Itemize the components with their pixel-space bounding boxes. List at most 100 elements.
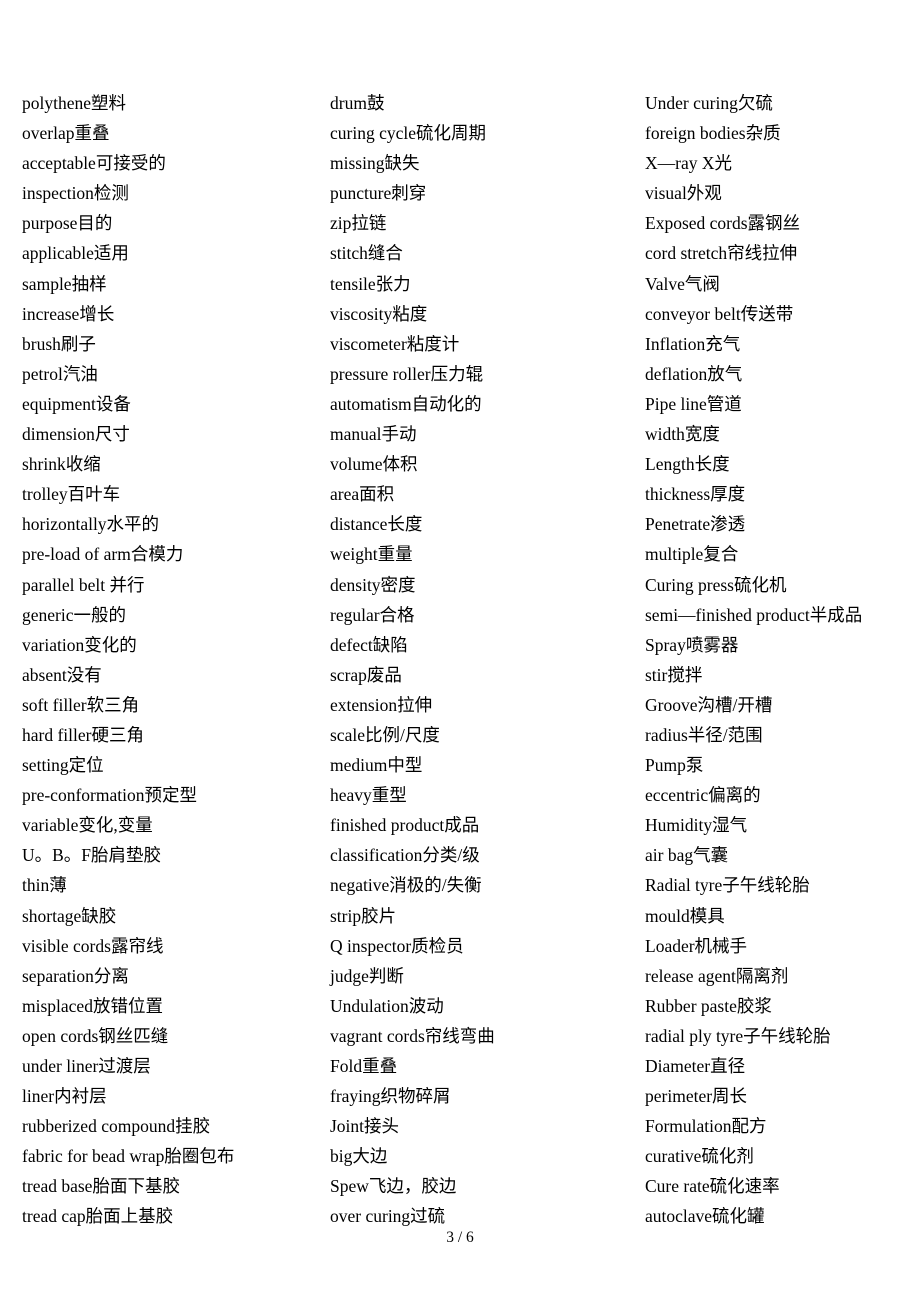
- glossary-entry: visual外观: [645, 183, 722, 204]
- glossary-row: acceptable可接受的 missing缺失 X—ray X光: [0, 148, 920, 178]
- glossary-entry: separation分离: [22, 965, 129, 986]
- glossary-row: polythene塑料 drum鼓 Under curing欠硫: [0, 88, 920, 118]
- glossary-entry: increase增长: [22, 303, 115, 324]
- glossary-row: petrol汽油 pressure roller压力辊 deflation放气: [0, 359, 920, 389]
- glossary-row: pre-load of arm合模力 weight重量 multiple复合: [0, 539, 920, 569]
- glossary-row: inspection检测 puncture刺穿 visual外观: [0, 178, 920, 208]
- glossary-row: setting定位 medium中型 Pump泵: [0, 750, 920, 780]
- glossary-entry: tread base胎面下基胶: [22, 1176, 180, 1197]
- glossary-row: under liner过渡层 Fold重叠 Diameter直径: [0, 1051, 920, 1081]
- glossary-row: separation分离 judge判断 release agent隔离剂: [0, 961, 920, 991]
- glossary-entry: Diameter直径: [645, 1056, 746, 1076]
- glossary-entry: perimeter周长: [645, 1086, 748, 1107]
- glossary-row: sample抽样 tensile张力 Valve气阀: [0, 269, 920, 299]
- glossary-entry: missing缺失: [330, 153, 420, 174]
- glossary-entry: Valve气阀: [645, 273, 720, 294]
- glossary-row: hard filler硬三角 scale比例/尺度 radius半径/范围: [0, 720, 920, 750]
- glossary-entry: Rubber paste胶浆: [645, 995, 772, 1016]
- glossary-entry: Radial tyre子午线轮胎: [645, 875, 810, 896]
- glossary-entry: applicable适用: [22, 243, 129, 264]
- glossary-row: trolley百叶车 area面积 thickness厚度: [0, 479, 920, 509]
- glossary-entry: open cords钢丝匹缝: [22, 1025, 169, 1046]
- glossary-entry: Fold重叠: [330, 1056, 398, 1076]
- document-page: polythene塑料 drum鼓 Under curing欠硫 overlap重叠 c…: [0, 0, 920, 1302]
- glossary-entry: acceptable可接受的: [22, 153, 166, 174]
- glossary-entry: visible cords露帘线: [22, 935, 164, 956]
- glossary-entry: density密度: [330, 574, 416, 595]
- glossary-row: purpose目的 zip拉链 Exposed cords露钢丝: [0, 208, 920, 238]
- glossary-entry: defect缺陷: [330, 634, 408, 655]
- glossary-row: equipment设备 automatism自动化的 Pipe line管道: [0, 389, 920, 419]
- glossary-entry: equipment设备: [22, 393, 131, 414]
- glossary-entry: deflation放气: [645, 363, 743, 384]
- glossary-entry: eccentric偏离的: [645, 785, 761, 806]
- glossary-entry: stitch缝合: [330, 243, 403, 264]
- glossary-entry: drum鼓: [330, 93, 385, 113]
- glossary-row: shortage缺胶 strip胶片 mould模具: [0, 901, 920, 931]
- glossary-entry: weight重量: [330, 544, 413, 565]
- glossary-entry: viscosity粘度: [330, 303, 428, 324]
- glossary-entry: judge判断: [330, 965, 404, 986]
- glossary-entry: zip拉链: [330, 213, 387, 234]
- glossary-entry: scale比例/尺度: [330, 724, 440, 745]
- glossary-entry: regular合格: [330, 604, 415, 625]
- glossary-entry: dimension尺寸: [22, 424, 130, 445]
- glossary-entry: sample抽样: [22, 273, 107, 294]
- glossary-row: absent没有 scrap废品 stir搅拌: [0, 660, 920, 690]
- glossary-entry: classification分类/级: [330, 845, 480, 866]
- page-number: 3 / 6: [446, 1229, 474, 1246]
- glossary-entry: Under curing欠硫: [645, 93, 773, 113]
- glossary-entry: inspection检测: [22, 183, 129, 204]
- glossary-entry: fabric for bead wrap胎圈包布: [22, 1146, 235, 1167]
- glossary-row: horizontally水平的 distance长度 Penetrate渗透: [0, 509, 920, 539]
- glossary-entry: multiple复合: [645, 544, 739, 565]
- glossary-entry: semi—finished product半成品: [645, 604, 863, 625]
- glossary-row: variation变化的 defect缺陷 Spray喷雾器: [0, 630, 920, 660]
- glossary-entry: distance长度: [330, 514, 423, 535]
- glossary-entry: radius半径/范围: [645, 724, 763, 745]
- glossary-entry: variable变化,变量: [22, 815, 153, 836]
- glossary-entry: Groove沟槽/开槽: [645, 694, 773, 715]
- glossary-entry: scrap废品: [330, 664, 402, 685]
- glossary-table: polythene塑料 drum鼓 Under curing欠硫 overlap重叠 c…: [0, 88, 920, 1232]
- glossary-row: U。B。F胎肩垫胶 classification分类/级 air bag气囊: [0, 840, 920, 870]
- glossary-row: thin薄 negative消极的/失衡 Radial tyre子午线轮胎: [0, 870, 920, 900]
- glossary-row: dimension尺寸 manual手动 width宽度: [0, 419, 920, 449]
- glossary-entry: Loader机械手: [645, 935, 748, 956]
- glossary-row: fabric for bead wrap胎圈包布 big大边 curative硫化剂: [0, 1141, 920, 1171]
- glossary-entry: liner内衬层: [22, 1086, 107, 1107]
- glossary-entry: thin薄: [22, 875, 67, 896]
- glossary-row: overlap重叠 curing cycle硫化周期 foreign bodies杂…: [0, 118, 920, 148]
- glossary-entry: stir搅拌: [645, 664, 703, 685]
- glossary-entry: parallel belt 并行: [22, 574, 145, 595]
- glossary-entry: Cure rate硫化速率: [645, 1176, 780, 1197]
- glossary-entry: big大边: [330, 1146, 388, 1167]
- glossary-entry: U。B。F胎肩垫胶: [22, 845, 162, 866]
- glossary-entry: purpose目的: [22, 213, 113, 234]
- glossary-row: liner内衬层 fraying织物碎屑 perimeter周长: [0, 1081, 920, 1111]
- glossary-entry: vagrant cords帘线弯曲: [330, 1025, 495, 1046]
- glossary-entry: pressure roller压力辊: [330, 363, 484, 384]
- glossary-entry: Curing press硫化机: [645, 574, 787, 595]
- glossary-entry: automatism自动化的: [330, 393, 482, 414]
- glossary-entry: curing cycle硫化周期: [330, 123, 486, 144]
- glossary-entry: Pipe line管道: [645, 393, 742, 414]
- glossary-entry: brush刷子: [22, 333, 96, 354]
- glossary-row: misplaced放错位置 Undulation波动 Rubber paste胶浆: [0, 991, 920, 1021]
- glossary-entry: horizontally水平的: [22, 514, 160, 535]
- glossary-entry: puncture刺穿: [330, 183, 427, 204]
- glossary-entry: overlap重叠: [22, 123, 110, 144]
- glossary-row: generic一般的 regular合格 semi—finished product…: [0, 600, 920, 630]
- glossary-entry: Humidity湿气: [645, 815, 748, 836]
- glossary-entry: Exposed cords露钢丝: [645, 213, 801, 234]
- glossary-entry: shrink收缩: [22, 454, 101, 475]
- glossary-row: visible cords露帘线 Q inspector质检员 Loader机械手: [0, 931, 920, 961]
- glossary-entry: fraying织物碎屑: [330, 1086, 451, 1107]
- glossary-entry: thickness厚度: [645, 484, 746, 505]
- glossary-entry: soft filler软三角: [22, 694, 140, 715]
- glossary-entry: polythene塑料: [22, 93, 127, 113]
- glossary-row: shrink收缩 volume体积 Length长度: [0, 449, 920, 479]
- glossary-entry: hard filler硬三角: [22, 724, 144, 745]
- glossary-entry: Inflation充气: [645, 333, 741, 354]
- glossary-entry: Q inspector质检员: [330, 935, 464, 956]
